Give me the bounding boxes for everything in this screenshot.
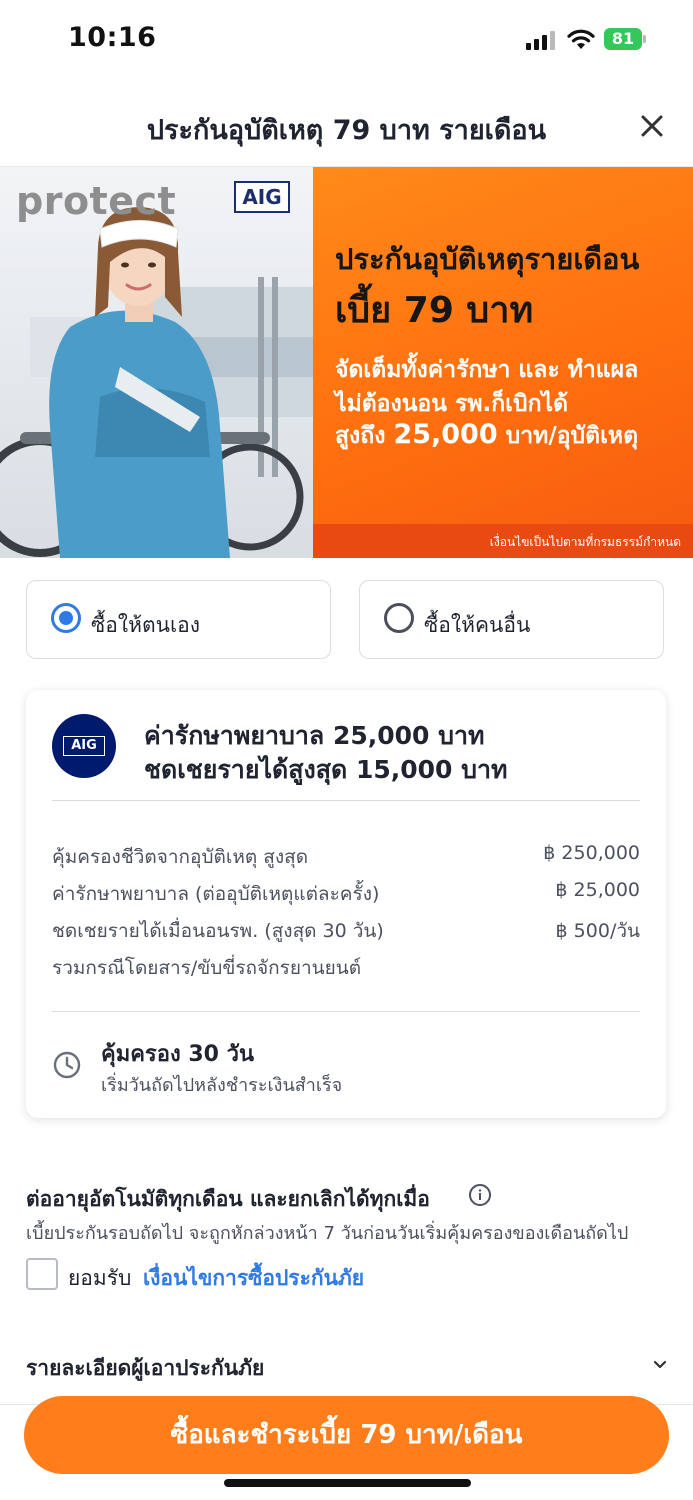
close-button[interactable] bbox=[636, 110, 668, 142]
coverage-row-value: ฿ 500/วัน bbox=[555, 920, 640, 942]
buy-for-other-label: ซื้อให้คนอื่น bbox=[424, 613, 531, 637]
divider bbox=[52, 800, 640, 801]
protect-logo: protect bbox=[16, 179, 177, 223]
buy-for-self-option[interactable]: ซื้อให้ตนเอง bbox=[26, 580, 331, 659]
banner-benefit-3-prefix: สูงถึง bbox=[335, 423, 394, 449]
auto-renew-description: เบี้ยประกันรอบถัดไป จะถูกหักล่วงหน้า 7 ว… bbox=[26, 1223, 629, 1244]
battery-icon: 81 bbox=[604, 28, 642, 50]
info-icon[interactable] bbox=[468, 1183, 492, 1207]
battery-tip bbox=[643, 35, 646, 43]
buy-and-pay-button[interactable]: ซื้อและชำระเบี้ย 79 บาท/เดือน bbox=[24, 1396, 669, 1474]
coverage-period: คุ้มครอง 30 วัน bbox=[101, 1042, 255, 1067]
aig-logo: AIG bbox=[234, 181, 290, 213]
wifi-icon bbox=[567, 29, 595, 49]
buy-for-other-option[interactable]: ซื้อให้คนอื่น bbox=[359, 580, 664, 659]
accept-terms-checkbox[interactable] bbox=[26, 1258, 58, 1290]
close-icon bbox=[641, 115, 663, 137]
banner-headline: ประกันอุบัติเหตุรายเดือน bbox=[335, 242, 640, 276]
divider bbox=[52, 1011, 640, 1012]
coverage-row-label: คุ้มครองชีวิตจากอุบัติเหตุ สูงสุด bbox=[52, 846, 309, 868]
patient-wheelchair-illustration bbox=[0, 207, 313, 558]
chevron-down-icon[interactable] bbox=[648, 1352, 672, 1376]
terms-link[interactable]: เงื่อนไขการซื้อประกันภัย bbox=[143, 1262, 364, 1295]
coverage-row-label: ชดเชยรายได้เมื่อนอนรพ. (สูงสุด 30 วัน) bbox=[52, 920, 384, 942]
radio-unselected-icon[interactable] bbox=[384, 603, 414, 633]
banner-benefit-1: จัดเต็มทั้งค่ารักษา และ ทำแผล bbox=[335, 357, 639, 383]
buy-for-self-label: ซื้อให้ตนเอง bbox=[91, 613, 200, 637]
clock-icon bbox=[53, 1051, 81, 1079]
banner-benefit-3-suffix: บาท/อุบัติเหตุ bbox=[497, 423, 639, 449]
promo-banner: protect AIG ประกันอุบัติเหตุรายเดือน เบี… bbox=[0, 167, 693, 558]
radio-selected-icon[interactable] bbox=[51, 603, 81, 633]
coverage-row-label: ค่ารักษาพยาบาล (ต่ออุบัติเหตุแต่ละครั้ง) bbox=[52, 883, 380, 905]
coverage-row-value: ฿ 25,000 bbox=[555, 879, 640, 901]
banner-disclaimer: เงื่อนไขเป็นไปตามที่กรมธรรม์กำหนด bbox=[489, 535, 681, 549]
banner-price: เบี้ย 79 บาท bbox=[335, 290, 534, 331]
banner-benefit-3-amount: 25,000 bbox=[393, 419, 498, 450]
coverage-row-value: ฿ 250,000 bbox=[543, 842, 640, 864]
page-title: ประกันอุบัติเหตุ 79 บาท รายเดือน bbox=[146, 115, 547, 146]
auto-renew-title: ต่ออายุอัตโนมัติทุกเดือน และยกเลิกได้ทุก… bbox=[26, 1187, 430, 1211]
coverage-start-note: เริ่มวันถัดไปหลังชำระเงินสำเร็จ bbox=[101, 1075, 343, 1096]
accept-label: ยอมรับ bbox=[68, 1266, 132, 1290]
cellular-signal-icon bbox=[526, 30, 556, 50]
plan-card: AIG ค่ารักษาพยาบาล 25,000 บาท ชดเชยรายได… bbox=[26, 690, 666, 1118]
insured-details-header[interactable]: รายละเอียดผู้เอาประกันภัย bbox=[26, 1352, 264, 1385]
status-time: 10:16 bbox=[68, 22, 157, 53]
coverage-row-label: รวมกรณีโดยสาร/ขับขี่รถจักรยานยนต์ bbox=[52, 957, 362, 979]
insurer-logo: AIG bbox=[52, 714, 116, 778]
plan-title-income: ชดเชยรายได้สูงสุด 15,000 บาท bbox=[144, 755, 508, 784]
home-indicator bbox=[224, 1479, 471, 1487]
insurer-logo-text: AIG bbox=[63, 736, 105, 756]
banner-benefit-3: สูงถึง 25,000 บาท/อุบัติเหตุ bbox=[335, 418, 638, 454]
banner-benefit-2: ไม่ต้องนอน รพ.ก็เบิกได้ bbox=[335, 391, 569, 417]
